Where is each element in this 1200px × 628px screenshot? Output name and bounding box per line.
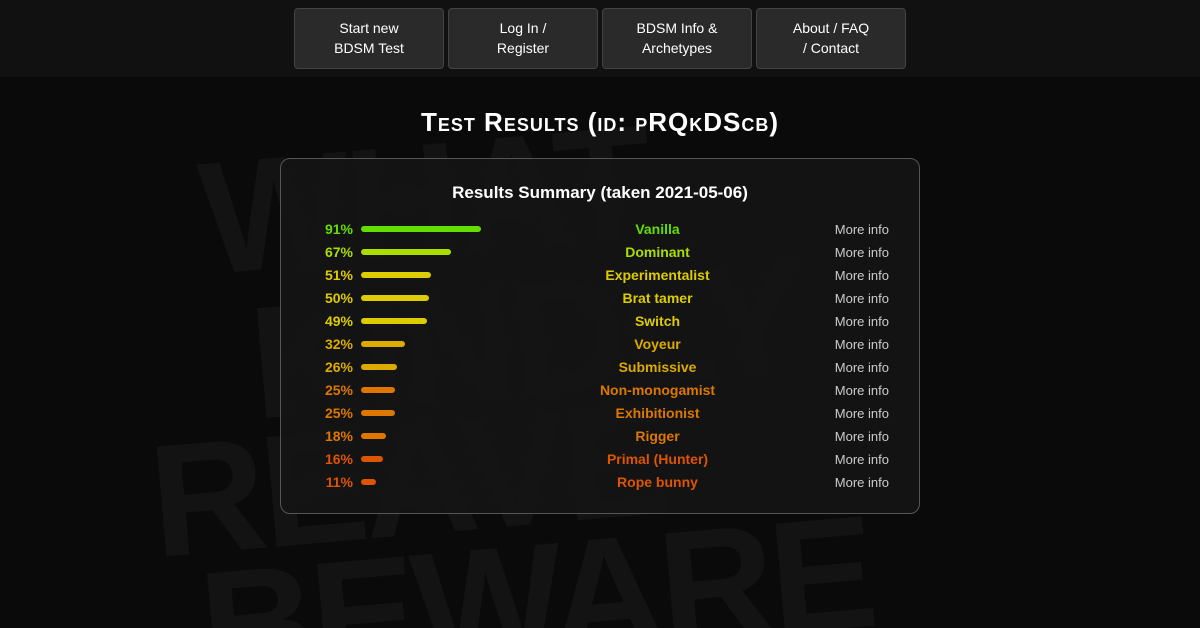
result-name: Vanilla bbox=[509, 221, 806, 237]
result-more-info-link[interactable]: More info bbox=[814, 360, 889, 375]
result-percent: 25% bbox=[311, 382, 353, 398]
nav-btn-login[interactable]: Log In / Register bbox=[448, 8, 598, 69]
result-bar bbox=[361, 364, 397, 370]
results-summary-title: Results Summary (taken 2021-05-06) bbox=[311, 183, 889, 203]
result-row: 91% Vanilla More info bbox=[311, 221, 889, 237]
result-name: Exhibitionist bbox=[509, 405, 806, 421]
results-list: 91%VanillaMore info67%DominantMore info5… bbox=[311, 221, 889, 490]
result-bar-container bbox=[361, 295, 501, 301]
result-bar bbox=[361, 295, 429, 301]
result-percent: 67% bbox=[311, 244, 353, 260]
result-row: 67% Dominant More info bbox=[311, 244, 889, 260]
result-row: 50% Brat tamer More info bbox=[311, 290, 889, 306]
result-bar-container bbox=[361, 249, 501, 255]
result-more-info-link[interactable]: More info bbox=[814, 337, 889, 352]
nav-btn-start-test[interactable]: Start new BDSM Test bbox=[294, 8, 444, 69]
result-bar bbox=[361, 410, 395, 416]
result-more-info-link[interactable]: More info bbox=[814, 222, 889, 237]
nav-btn-bdsm-info[interactable]: BDSM Info & Archetypes bbox=[602, 8, 752, 69]
result-row: 26% Submissive More info bbox=[311, 359, 889, 375]
result-name: Primal (Hunter) bbox=[509, 451, 806, 467]
result-bar bbox=[361, 479, 376, 485]
result-row: 49% Switch More info bbox=[311, 313, 889, 329]
result-bar-container bbox=[361, 433, 501, 439]
result-percent: 49% bbox=[311, 313, 353, 329]
result-bar bbox=[361, 433, 386, 439]
result-bar bbox=[361, 456, 383, 462]
result-name: Rope bunny bbox=[509, 474, 806, 490]
result-percent: 50% bbox=[311, 290, 353, 306]
result-name: Dominant bbox=[509, 244, 806, 260]
result-row: 32% Voyeur More info bbox=[311, 336, 889, 352]
result-more-info-link[interactable]: More info bbox=[814, 406, 889, 421]
result-more-info-link[interactable]: More info bbox=[814, 383, 889, 398]
result-percent: 26% bbox=[311, 359, 353, 375]
result-name: Rigger bbox=[509, 428, 806, 444]
result-more-info-link[interactable]: More info bbox=[814, 314, 889, 329]
nav-btn-about[interactable]: About / FAQ / Contact bbox=[756, 8, 906, 69]
result-bar-container bbox=[361, 410, 501, 416]
result-bar-container bbox=[361, 387, 501, 393]
result-row: 18% Rigger More info bbox=[311, 428, 889, 444]
navbar: Start new BDSM TestLog In / RegisterBDSM… bbox=[0, 0, 1200, 77]
result-name: Switch bbox=[509, 313, 806, 329]
result-percent: 91% bbox=[311, 221, 353, 237]
result-percent: 18% bbox=[311, 428, 353, 444]
result-name: Non-monogamist bbox=[509, 382, 806, 398]
result-row: 25% Exhibitionist More info bbox=[311, 405, 889, 421]
result-bar bbox=[361, 387, 395, 393]
result-name: Brat tamer bbox=[509, 290, 806, 306]
result-row: 11% Rope bunny More info bbox=[311, 474, 889, 490]
result-percent: 11% bbox=[311, 474, 353, 490]
result-bar bbox=[361, 249, 451, 255]
result-bar-container bbox=[361, 456, 501, 462]
result-percent: 25% bbox=[311, 405, 353, 421]
result-bar bbox=[361, 226, 481, 232]
result-bar-container bbox=[361, 341, 501, 347]
result-bar bbox=[361, 318, 427, 324]
result-bar-container bbox=[361, 226, 501, 232]
result-percent: 32% bbox=[311, 336, 353, 352]
result-name: Submissive bbox=[509, 359, 806, 375]
result-name: Experimentalist bbox=[509, 267, 806, 283]
result-more-info-link[interactable]: More info bbox=[814, 245, 889, 260]
result-row: 51% Experimentalist More info bbox=[311, 267, 889, 283]
result-percent: 16% bbox=[311, 451, 353, 467]
result-more-info-link[interactable]: More info bbox=[814, 475, 889, 490]
result-row: 25% Non-monogamist More info bbox=[311, 382, 889, 398]
result-bar-container bbox=[361, 479, 501, 485]
page-title: Test Results (id: pRQkDScb) bbox=[0, 77, 1200, 158]
result-percent: 51% bbox=[311, 267, 353, 283]
result-row: 16% Primal (Hunter) More info bbox=[311, 451, 889, 467]
result-bar bbox=[361, 341, 405, 347]
result-bar-container bbox=[361, 318, 501, 324]
results-container: Results Summary (taken 2021-05-06) 91% Va… bbox=[280, 158, 920, 514]
result-more-info-link[interactable]: More info bbox=[814, 291, 889, 306]
result-bar-container bbox=[361, 364, 501, 370]
result-more-info-link[interactable]: More info bbox=[814, 452, 889, 467]
result-bar bbox=[361, 272, 431, 278]
result-name: Voyeur bbox=[509, 336, 806, 352]
result-more-info-link[interactable]: More info bbox=[814, 268, 889, 283]
result-more-info-link[interactable]: More info bbox=[814, 429, 889, 444]
result-bar-container bbox=[361, 272, 501, 278]
